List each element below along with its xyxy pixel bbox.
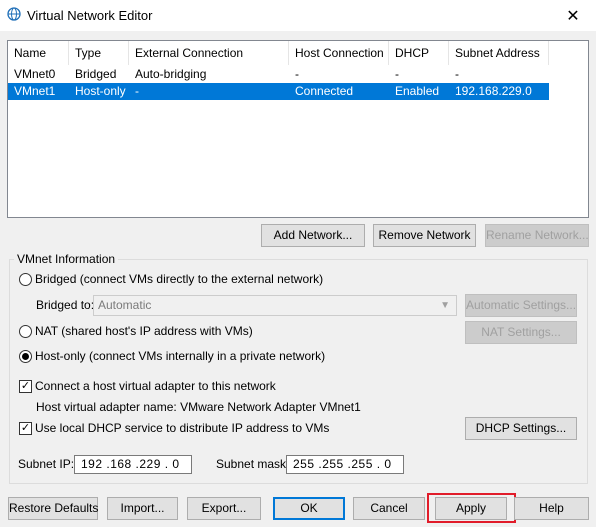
cell-subnet: 192.168.229.0: [455, 84, 532, 98]
ok-button[interactable]: OK: [273, 497, 345, 520]
column-header-external-connection[interactable]: External Connection: [129, 41, 289, 65]
column-header-name[interactable]: Name: [8, 41, 69, 65]
cell-subnet: -: [455, 67, 459, 81]
host-only-radio[interactable]: [19, 350, 32, 363]
column-header-type[interactable]: Type: [69, 41, 129, 65]
chevron-down-icon: ▼: [440, 300, 450, 311]
adapter-name-label: Host virtual adapter name: VMware Networ…: [36, 400, 361, 414]
export-button[interactable]: Export...: [187, 497, 261, 520]
network-table[interactable]: Name Type External Connection Host Conne…: [7, 40, 589, 218]
bridged-label[interactable]: Bridged (connect VMs directly to the ext…: [35, 272, 323, 286]
column-header-dhcp[interactable]: DHCP: [389, 41, 449, 65]
cell-dhcp: -: [395, 67, 399, 81]
add-network-button[interactable]: Add Network...: [261, 224, 365, 247]
rename-network-button[interactable]: Rename Network...: [485, 224, 589, 247]
automatic-settings-button[interactable]: Automatic Settings...: [465, 294, 577, 317]
column-header-host-connection[interactable]: Host Connection: [289, 41, 389, 65]
cell-host: -: [295, 67, 299, 81]
cell-name: VMnet0: [14, 67, 56, 81]
table-row[interactable]: VMnet0 Bridged Auto-bridging - - -: [8, 66, 549, 83]
cancel-button[interactable]: Cancel: [353, 497, 425, 520]
table-header: Name Type External Connection Host Conne…: [8, 41, 588, 65]
subnet-mask-label: Subnet mask:: [216, 457, 290, 471]
dhcp-label[interactable]: Use local DHCP service to distribute IP …: [35, 421, 329, 435]
bridged-radio[interactable]: [19, 273, 32, 286]
connect-adapter-checkbox[interactable]: ✓: [19, 380, 32, 393]
subnet-ip-label: Subnet IP:: [18, 457, 75, 471]
restore-defaults-button[interactable]: Restore Defaults: [8, 497, 98, 520]
import-button[interactable]: Import...: [107, 497, 178, 520]
cell-external: Auto-bridging: [135, 67, 207, 81]
dhcp-settings-button[interactable]: DHCP Settings...: [465, 417, 577, 440]
nat-radio[interactable]: [19, 325, 32, 338]
network-globe-icon: [7, 7, 21, 21]
nat-label[interactable]: NAT (shared host's IP address with VMs): [35, 324, 253, 338]
cell-external: -: [135, 84, 139, 98]
cell-name: VMnet1: [14, 84, 56, 98]
nat-settings-button[interactable]: NAT Settings...: [465, 321, 577, 344]
remove-network-button[interactable]: Remove Network: [373, 224, 476, 247]
vmnet-info-label: VMnet Information: [14, 252, 119, 266]
subnet-ip-input[interactable]: 192 .168 .229 . 0: [74, 455, 192, 474]
bridged-to-label: Bridged to:: [36, 298, 95, 312]
table-row-selected[interactable]: VMnet1 Host-only - Connected Enabled 192…: [8, 83, 549, 100]
apply-button[interactable]: Apply: [435, 497, 507, 520]
cell-dhcp: Enabled: [395, 84, 440, 98]
title-bar: Virtual Network Editor ✕: [0, 0, 596, 31]
cell-type: Host-only: [75, 84, 126, 98]
bridged-to-value: Automatic: [98, 298, 152, 312]
window-title: Virtual Network Editor: [27, 8, 153, 23]
column-header-subnet-address[interactable]: Subnet Address: [449, 41, 549, 65]
help-button[interactable]: Help: [514, 497, 589, 520]
host-only-label[interactable]: Host-only (connect VMs internally in a p…: [35, 349, 325, 363]
cell-type: Bridged: [75, 67, 117, 81]
cell-host: Connected: [295, 84, 354, 98]
subnet-mask-input[interactable]: 255 .255 .255 . 0: [286, 455, 404, 474]
close-button[interactable]: ✕: [550, 0, 596, 31]
bridged-to-select[interactable]: Automatic ▼: [93, 295, 457, 316]
connect-adapter-label[interactable]: Connect a host virtual adapter to this n…: [35, 379, 276, 393]
close-icon: ✕: [566, 7, 580, 25]
dhcp-checkbox[interactable]: ✓: [19, 422, 32, 435]
vmnet-info-group: [9, 259, 588, 484]
